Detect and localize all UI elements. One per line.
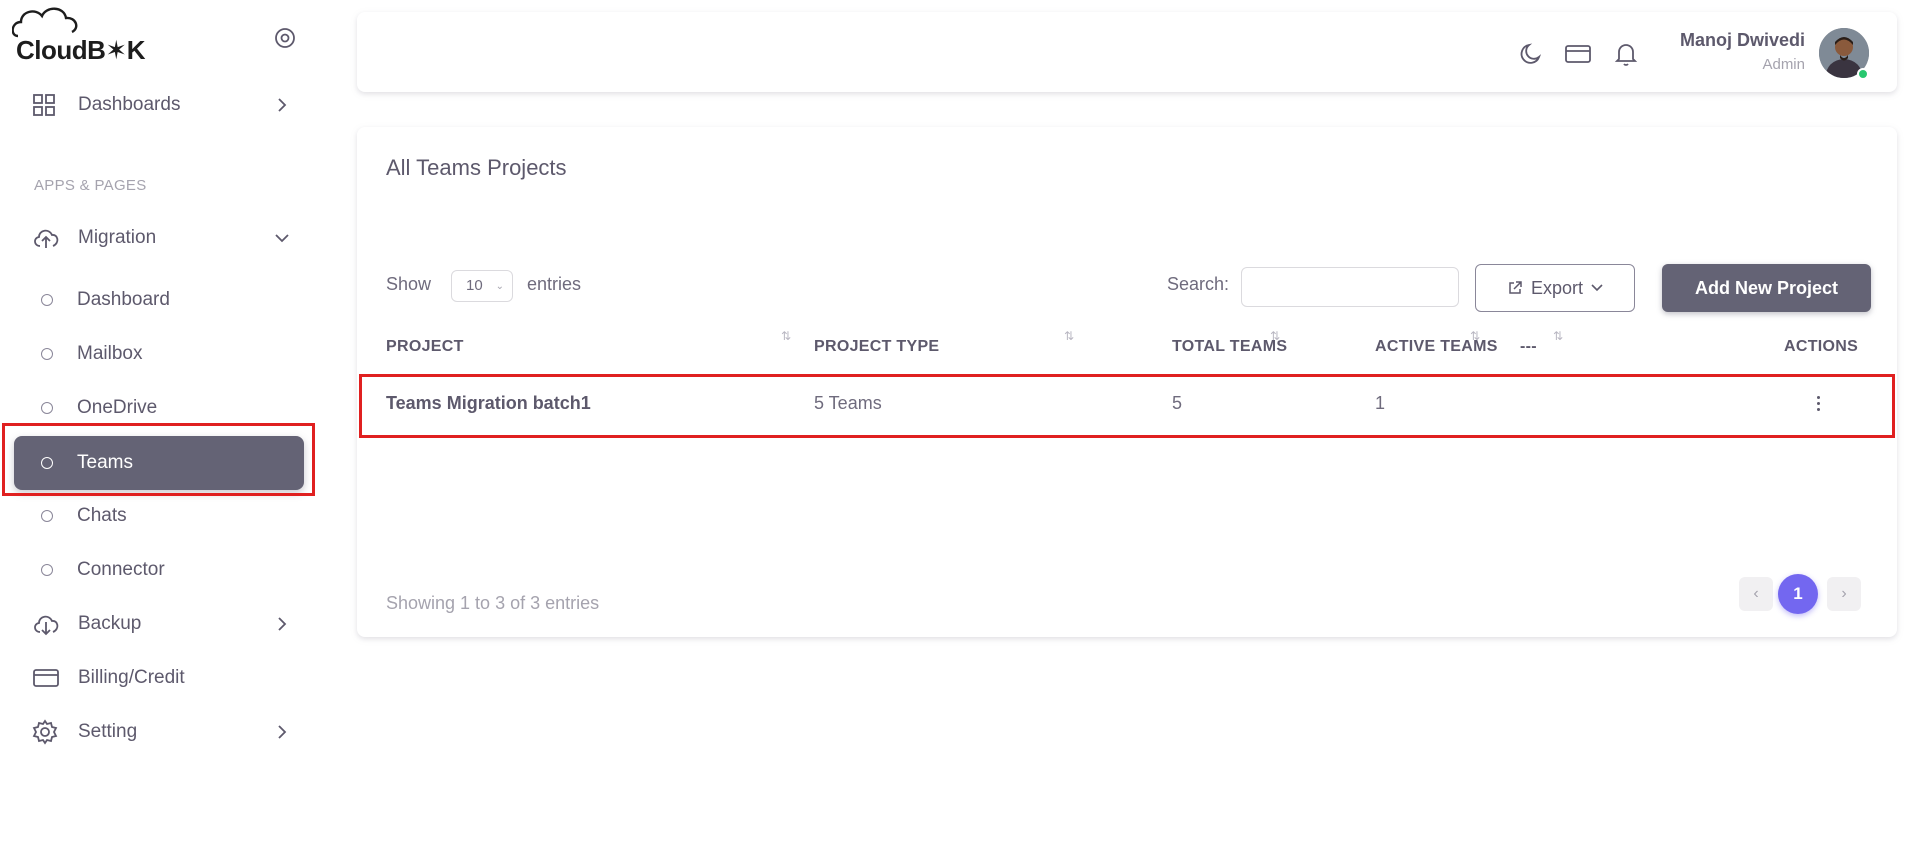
sidebar-subitem-teams[interactable]: Teams [14,436,304,490]
sort-icon[interactable]: ⇅ [1270,330,1280,342]
user-role: Admin [1762,56,1805,73]
sidebar-item-billing[interactable]: Billing/Credit [22,656,304,700]
sort-icon[interactable]: ⇅ [1553,330,1563,342]
sidebar-item-label: Migration [78,227,157,248]
chevron-down-icon [272,233,292,243]
sidebar-item-migration[interactable]: Migration [22,216,304,260]
search-input[interactable] [1241,267,1459,307]
chevron-right-icon [272,616,292,632]
grid-icon [32,92,66,118]
credit-card-icon[interactable] [1564,40,1592,68]
sidebar-subitem-label: Dashboard [77,289,170,310]
page-length-value: 10 [466,277,483,294]
chevron-right-icon [272,724,292,740]
chevron-down-icon [1591,284,1603,292]
cloudbok-logo[interactable]: CloudB✶K [12,7,145,66]
export-button[interactable]: Export [1475,264,1635,312]
sidebar-collapse-icon[interactable] [273,26,297,50]
user-name: Manoj Dwivedi [1679,30,1805,50]
chevron-right-icon [272,97,292,113]
export-label: Export [1530,277,1584,298]
circle-icon [41,457,53,469]
top-navbar: Manoj Dwivedi Admin [357,12,1897,92]
gear-icon [32,719,66,745]
sidebar-subitem-label: Teams [77,452,133,473]
search-label: Search: [1167,274,1230,294]
sidebar-subitem-connector[interactable]: Connector [14,544,304,596]
column-header-placeholder[interactable]: --- [1520,338,1537,356]
circle-icon [41,402,53,414]
entries-label: entries [527,274,582,294]
sidebar-subitem-label: OneDrive [77,397,158,418]
card-title: All Teams Projects [386,155,567,180]
cell-project[interactable]: Teams Migration batch1 [386,393,591,414]
section-header-apps-pages: APPS & PAGES [34,177,147,194]
circle-icon [41,348,53,360]
add-new-project-button[interactable]: Add New Project [1662,264,1871,312]
sidebar-item-label: Dashboards [78,94,181,115]
column-header-actions: ACTIONS [1784,338,1859,355]
sidebar-subitem-label: Mailbox [77,343,143,364]
cell-total-teams: 5 [1172,393,1183,413]
column-header-project-type[interactable]: PROJECT TYPE [814,338,939,356]
sidebar-item-label: Setting [78,721,138,742]
circle-icon [41,294,53,306]
moon-icon[interactable] [1517,40,1545,68]
pagination-next-button[interactable]: › [1827,577,1861,611]
sidebar-item-label: Backup [78,613,142,634]
teams-projects-card: All Teams Projects Show 10 ⌄ entries Sea… [357,127,1897,637]
sidebar-item-backup[interactable]: Backup [22,602,304,646]
circle-icon [41,510,53,522]
credit-card-icon [32,665,66,691]
sidebar-subitem-chats[interactable]: Chats [14,490,304,542]
table-info: Showing 1 to 3 of 3 entries [386,593,600,613]
sidebar-subitem-label: Connector [77,559,165,580]
logo-text: CloudB✶K [16,35,145,65]
row-actions-kebab-icon[interactable] [1808,391,1828,415]
column-header-project[interactable]: PROJECT [386,338,464,356]
sidebar: CloudB✶K Dashboards APPS & PAGES Migrati… [0,0,320,867]
page-length-select[interactable]: 10 ⌄ [451,270,513,302]
chevron-down-icon: ⌄ [495,281,504,292]
pagination-page-1[interactable]: 1 [1778,574,1818,614]
sort-icon[interactable]: ⇅ [1470,330,1480,342]
sort-icon[interactable]: ⇅ [781,330,791,342]
cell-project-type: 5 Teams [814,393,882,413]
sidebar-item-label: Billing/Credit [78,667,185,688]
circle-icon [41,564,53,576]
sort-icon[interactable]: ⇅ [1064,330,1074,342]
sidebar-subitem-onedrive[interactable]: OneDrive [14,382,304,434]
cloud-download-icon [32,611,66,637]
cloud-logo-icon [12,7,78,38]
sidebar-item-setting[interactable]: Setting [22,710,304,754]
sidebar-subitem-label: Chats [77,505,127,526]
sidebar-item-dashboards[interactable]: Dashboards [22,83,304,127]
cloud-upload-icon [32,225,66,251]
external-link-icon [1509,281,1522,294]
show-label: Show [386,274,432,294]
pagination-prev-button[interactable]: ‹ [1739,577,1773,611]
online-status-dot [1857,68,1869,80]
sidebar-subitem-mailbox[interactable]: Mailbox [14,328,304,380]
cell-active-teams: 1 [1375,393,1386,413]
sidebar-subitem-dashboard[interactable]: Dashboard [14,274,304,326]
bell-icon[interactable] [1612,40,1640,68]
